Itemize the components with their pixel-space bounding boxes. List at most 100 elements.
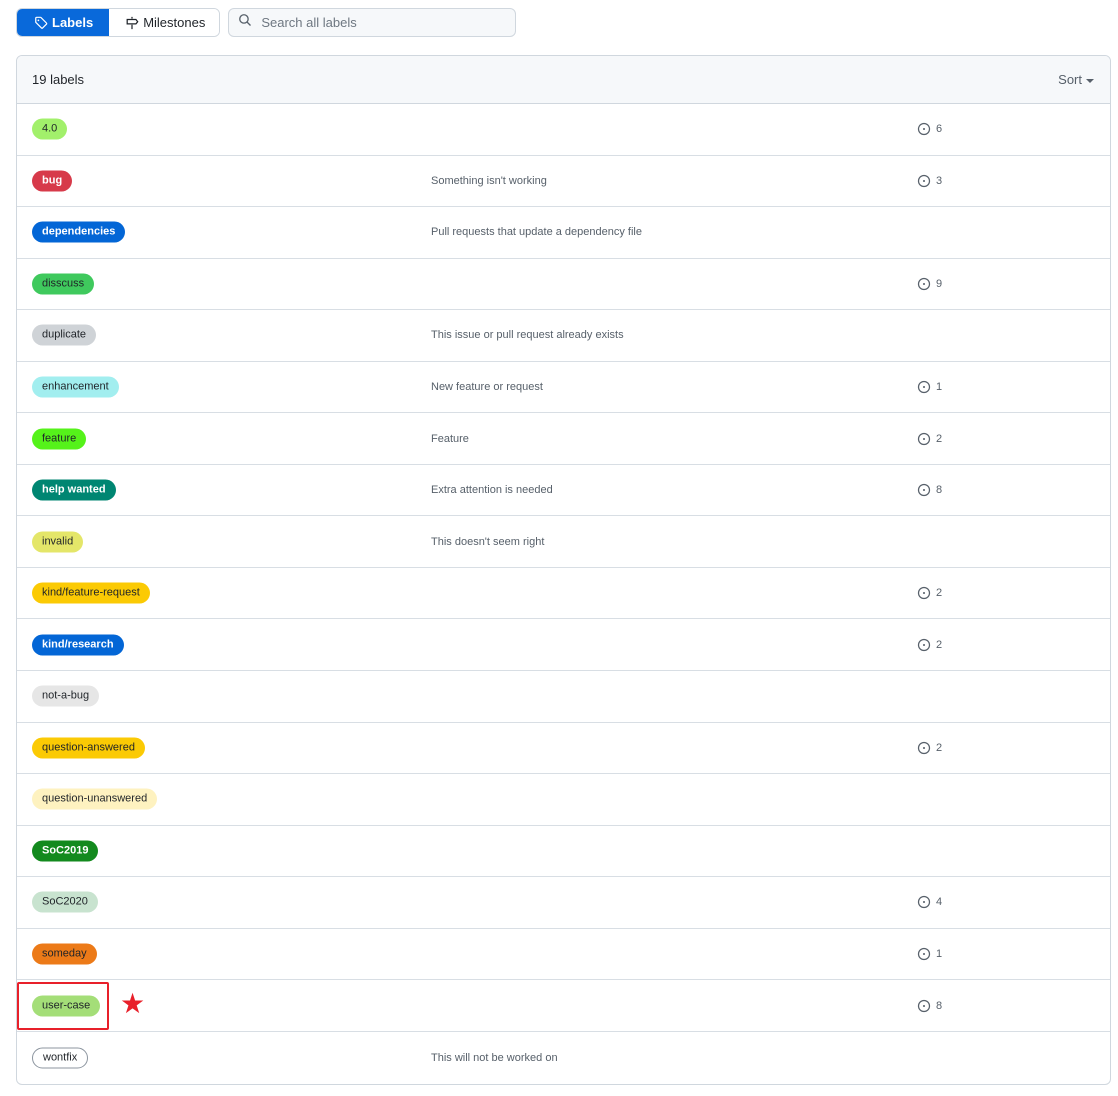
label-row: question-answered 2 bbox=[17, 723, 1110, 775]
issue-opened-icon bbox=[917, 999, 931, 1013]
open-issues-count: 2 bbox=[936, 587, 943, 600]
open-issues-count: 2 bbox=[936, 741, 943, 754]
search-box[interactable] bbox=[228, 8, 517, 37]
tab-milestones[interactable]: Milestones bbox=[109, 9, 220, 36]
open-issues-link[interactable]: 6 bbox=[917, 122, 942, 136]
label-pill[interactable]: feature bbox=[32, 428, 87, 450]
label-row: 4.0 6 bbox=[17, 104, 1110, 156]
label-row: kind/feature-request 2 bbox=[17, 568, 1110, 620]
open-issues-link[interactable]: 8 bbox=[917, 483, 942, 497]
label-pill[interactable]: kind/feature-request bbox=[32, 582, 150, 604]
label-row: dependencies Pull requests that update a … bbox=[17, 207, 1110, 259]
tab-labels-text: Labels bbox=[52, 15, 94, 30]
label-row: wontfix This will not be worked on bbox=[17, 1032, 1110, 1084]
issue-opened-icon bbox=[917, 895, 931, 909]
label-pill[interactable]: dependencies bbox=[32, 221, 126, 243]
label-cell: duplicate bbox=[32, 324, 97, 346]
open-issues-link[interactable]: 4 bbox=[917, 895, 942, 909]
label-pill[interactable]: question-unanswered bbox=[32, 788, 158, 810]
label-description: This doesn't seem right bbox=[431, 535, 545, 548]
label-cell: user-case bbox=[32, 995, 101, 1017]
sort-dropdown[interactable]: Sort bbox=[1058, 72, 1094, 87]
label-cell: SoC2020 bbox=[32, 891, 98, 913]
label-pill[interactable]: someday bbox=[32, 943, 97, 965]
caret-down-icon bbox=[1086, 78, 1094, 83]
label-description: Extra attention is needed bbox=[431, 484, 553, 497]
issue-opened-icon bbox=[917, 174, 931, 188]
label-cell: wontfix bbox=[32, 1047, 89, 1069]
open-issues-link[interactable]: 2 bbox=[917, 432, 942, 446]
label-pill[interactable]: bug bbox=[32, 170, 73, 192]
label-row: kind/research 2 bbox=[17, 619, 1110, 672]
open-issues-count: 2 bbox=[936, 432, 943, 445]
open-issues-link[interactable]: 2 bbox=[917, 638, 942, 652]
open-issues-link[interactable]: 2 bbox=[917, 741, 942, 755]
label-pill[interactable]: help wanted bbox=[32, 479, 116, 501]
open-issues-count: 8 bbox=[936, 999, 943, 1012]
label-cell: kind/research bbox=[32, 634, 124, 656]
labels-list-header: 19 labels Sort bbox=[17, 56, 1110, 104]
label-pill[interactable]: wontfix bbox=[32, 1047, 89, 1069]
label-cell: question-answered bbox=[32, 737, 145, 759]
label-description: Feature bbox=[431, 432, 469, 445]
open-issues-count: 1 bbox=[936, 948, 943, 961]
label-cell: enhancement bbox=[32, 376, 119, 398]
label-pill[interactable]: SoC2020 bbox=[32, 891, 98, 913]
open-issues-count: 9 bbox=[936, 277, 943, 290]
label-pill[interactable]: 4.0 bbox=[32, 118, 68, 140]
label-cell: 4.0 bbox=[32, 118, 68, 140]
open-issues-count: 3 bbox=[936, 174, 943, 187]
label-pill[interactable]: not-a-bug bbox=[32, 685, 100, 707]
label-cell: invalid bbox=[32, 531, 84, 553]
issue-opened-icon bbox=[917, 432, 931, 446]
label-row: SoC2020 4 bbox=[17, 877, 1110, 929]
label-pill[interactable]: enhancement bbox=[32, 376, 119, 398]
label-pill[interactable]: user-case bbox=[32, 995, 101, 1017]
label-row: help wanted Extra attention is needed 8 bbox=[17, 465, 1110, 517]
milestone-icon bbox=[125, 16, 139, 30]
label-pill[interactable]: disscuss bbox=[32, 273, 95, 295]
issue-opened-icon bbox=[917, 122, 931, 136]
tab-milestones-text: Milestones bbox=[143, 15, 206, 30]
label-cell: feature bbox=[32, 428, 87, 450]
label-pill[interactable]: SoC2019 bbox=[32, 840, 99, 862]
label-row: disscuss 9 bbox=[17, 259, 1110, 311]
label-description: New feature or request bbox=[431, 381, 543, 393]
label-cell: SoC2019 bbox=[32, 840, 99, 862]
label-pill[interactable]: question-answered bbox=[32, 737, 145, 759]
label-row: enhancement New feature or request 1 bbox=[17, 362, 1110, 414]
open-issues-link[interactable]: 2 bbox=[917, 586, 942, 600]
label-cell: question-unanswered bbox=[32, 788, 158, 810]
open-issues-count: 8 bbox=[936, 484, 943, 497]
issue-opened-icon bbox=[917, 380, 931, 394]
open-issues-link[interactable]: 1 bbox=[917, 947, 942, 961]
label-cell: not-a-bug bbox=[32, 685, 100, 707]
label-description: This will not be worked on bbox=[431, 1051, 558, 1064]
issue-opened-icon bbox=[917, 638, 931, 652]
label-row: user-case 8 bbox=[17, 980, 1110, 1032]
label-cell: bug bbox=[32, 170, 73, 192]
label-row: SoC2019 bbox=[17, 826, 1110, 878]
open-issues-link[interactable]: 1 bbox=[917, 380, 942, 394]
open-issues-link[interactable]: 3 bbox=[917, 174, 942, 188]
open-issues-link[interactable]: 9 bbox=[917, 277, 942, 291]
star-annotation-icon: ★ bbox=[120, 987, 146, 1020]
label-row: someday 1 bbox=[17, 929, 1110, 981]
label-row: invalid This doesn't seem right bbox=[17, 516, 1110, 568]
label-pill[interactable]: kind/research bbox=[32, 634, 124, 656]
label-pill[interactable]: duplicate bbox=[32, 324, 97, 346]
labels-rows: 4.0 6 bug Something isn't working 3 dependenc… bbox=[17, 104, 1110, 1083]
issue-opened-icon bbox=[917, 947, 931, 961]
label-row: not-a-bug bbox=[17, 671, 1110, 723]
search-input[interactable] bbox=[259, 14, 510, 31]
tab-labels[interactable]: Labels bbox=[17, 9, 110, 36]
open-issues-count: 4 bbox=[936, 896, 943, 909]
label-pill[interactable]: invalid bbox=[32, 531, 84, 553]
label-row: feature Feature 2 bbox=[17, 413, 1110, 465]
label-cell: someday bbox=[32, 943, 97, 965]
issue-opened-icon bbox=[917, 741, 931, 755]
open-issues-link[interactable]: 8 bbox=[917, 999, 942, 1013]
label-cell: dependencies bbox=[32, 221, 126, 243]
label-description: This issue or pull request already exist… bbox=[431, 329, 624, 342]
issue-opened-icon bbox=[917, 483, 931, 497]
